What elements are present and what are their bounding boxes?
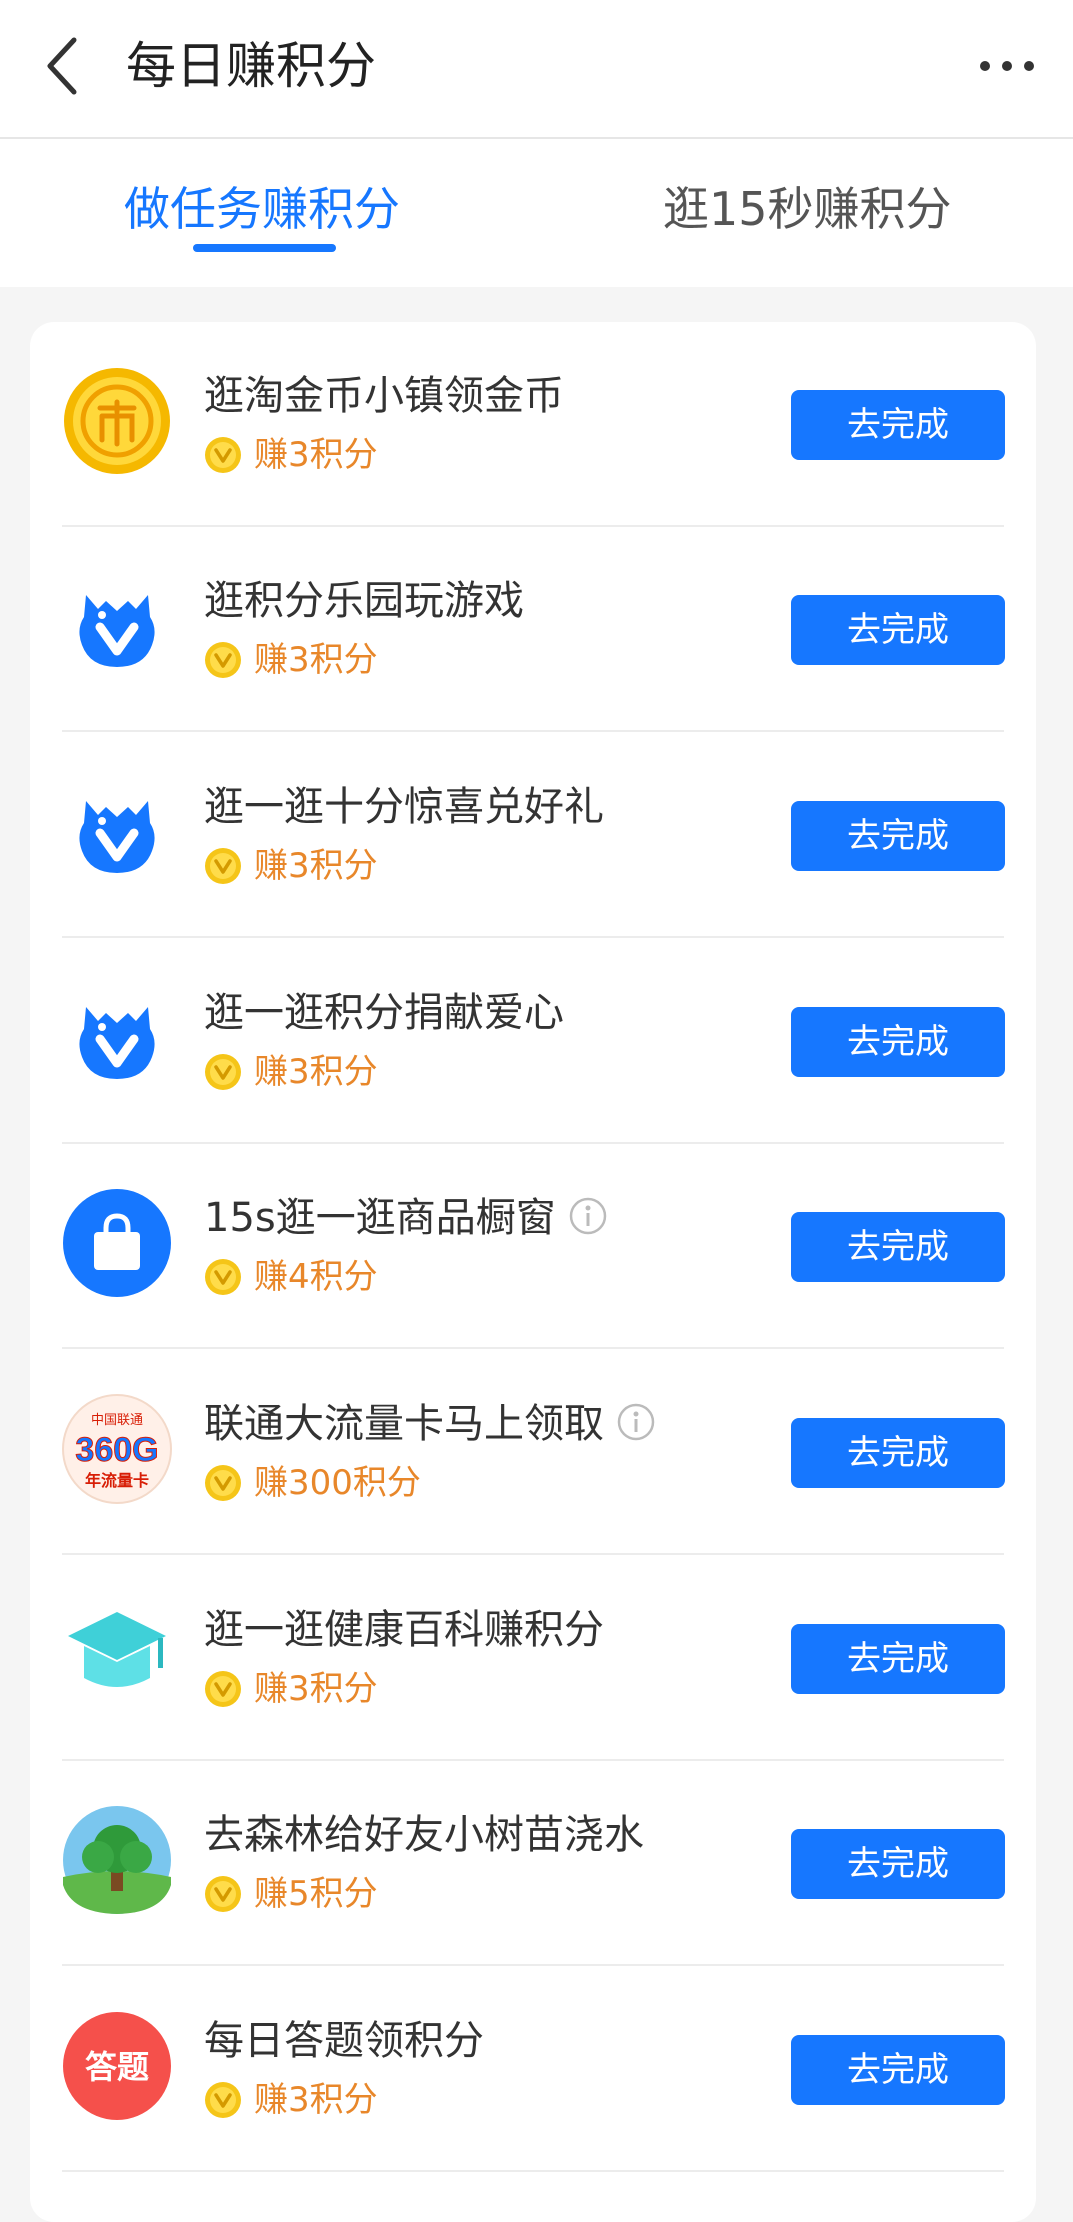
complete-task-button[interactable]: 去完成 [791,801,1005,871]
task-title: 逛一逛十分惊喜兑好礼 [204,779,604,835]
reward-text: 赚4积分 [254,1257,378,1297]
reward: 赚3积分 [204,430,378,480]
tab-browse-15s[interactable]: 逛15秒赚积分 [663,177,952,241]
task-item: 逛一逛健康百科赚积分 赚3积分 去完成 [30,1556,1036,1761]
svg-text:中国联通: 中国联通 [91,1412,143,1427]
complete-task-button[interactable]: 去完成 [791,1007,1005,1077]
divider [62,1553,1004,1555]
complete-task-button[interactable]: 去完成 [791,1212,1005,1282]
complete-task-button[interactable]: 去完成 [791,1418,1005,1488]
points-coin-icon [204,641,242,679]
reward-text: 赚3积分 [254,640,378,680]
reward: 赚3积分 [204,2075,378,2125]
reward-text: 赚3积分 [254,2080,378,2120]
task-title-text: 去森林给好友小树苗浇水 [204,1812,644,1858]
complete-task-button[interactable]: 去完成 [791,2035,1005,2105]
page-title: 每日赚积分 [126,37,376,95]
more-options-icon[interactable] [977,50,1037,82]
task-item: 去森林给好友小树苗浇水 赚5积分 去完成 [30,1761,1036,1966]
reward: 赚5积分 [204,1869,378,1919]
info-icon[interactable] [616,1401,656,1441]
task-title-text: 逛一逛健康百科赚积分 [204,1607,604,1653]
reward-text: 赚3积分 [254,1052,378,1092]
svg-text:360G: 360G [75,1431,158,1469]
task-title: 逛淘金币小镇领金币 [204,368,564,424]
task-title: 15s逛一逛商品橱窗 [204,1190,608,1246]
divider [62,1964,1004,1966]
complete-task-button[interactable]: 去完成 [791,1829,1005,1899]
reward-text: 赚3积分 [254,1669,378,1709]
divider [62,936,1004,938]
divider [62,1347,1004,1349]
task-title: 逛积分乐园玩游戏 [204,573,524,629]
info-icon[interactable] [568,1195,608,1235]
points-coin-icon [204,1875,242,1913]
task-title-text: 逛一逛积分捐献爱心 [204,990,564,1036]
top-bar: 每日赚积分 [0,0,1073,139]
active-tab-indicator [193,244,336,252]
task-title: 逛一逛积分捐献爱心 [204,985,564,1041]
points-coin-icon [204,1053,242,1091]
task-item: 答题 每日答题领积分 赚3积分 去完成 [30,1967,1036,2172]
blue-v-mascot-icon [62,983,172,1093]
complete-task-button[interactable]: 去完成 [791,390,1005,460]
svg-text:答题: 答题 [85,2048,149,2086]
graduation-cap-icon [62,1600,172,1710]
task-title: 去森林给好友小树苗浇水 [204,1807,644,1863]
task-item: 15s逛一逛商品橱窗 赚4积分 去完成 [30,1144,1036,1349]
unicom-360g-icon: 中国联通 360G 年流量卡 [62,1394,172,1504]
task-title-text: 每日答题领积分 [204,2018,484,2064]
points-coin-icon [204,1670,242,1708]
points-coin-icon [204,1464,242,1502]
task-title: 每日答题领积分 [204,2013,484,2069]
reward-text: 赚3积分 [254,846,378,886]
complete-task-button[interactable]: 去完成 [791,595,1005,665]
tab-do-tasks[interactable]: 做任务赚积分 [124,177,400,241]
divider [62,730,1004,732]
task-title: 逛一逛健康百科赚积分 [204,1602,604,1658]
tab-bar: 做任务赚积分 逛15秒赚积分 [0,139,1073,287]
reward-text: 赚300积分 [254,1463,421,1503]
reward: 赚3积分 [204,841,378,891]
tree-icon [62,1805,172,1915]
divider [62,2170,1004,2172]
reward: 赚3积分 [204,1664,378,1714]
task-title-text: 逛淘金币小镇领金币 [204,373,564,419]
svg-text:年流量卡: 年流量卡 [85,1471,149,1490]
task-item: 逛淘金币小镇领金币 赚3积分 去完成 [30,322,1036,527]
reward-text: 赚3积分 [254,435,378,475]
task-item: 逛一逛积分捐献爱心 赚3积分 去完成 [30,939,1036,1144]
task-title-text: 15s逛一逛商品橱窗 [204,1195,556,1241]
points-coin-icon [204,1258,242,1296]
points-coin-icon [204,436,242,474]
task-item: 逛积分乐园玩游戏 赚3积分 去完成 [30,527,1036,732]
complete-task-button[interactable]: 去完成 [791,1624,1005,1694]
task-item: 逛一逛十分惊喜兑好礼 赚3积分 去完成 [30,733,1036,938]
points-coin-icon [204,847,242,885]
reward-text: 赚5积分 [254,1874,378,1914]
reward: 赚3积分 [204,635,378,685]
reward: 赚300积分 [204,1458,421,1508]
blue-v-mascot-icon [62,571,172,681]
gold-coin-icon [62,366,172,476]
task-title-text: 逛一逛十分惊喜兑好礼 [204,784,604,830]
quiz-icon: 答题 [62,2011,172,2121]
blue-v-mascot-icon [62,777,172,887]
reward: 赚4积分 [204,1252,378,1302]
back-arrow-icon[interactable] [38,34,88,98]
points-coin-icon [204,2081,242,2119]
task-list: 逛淘金币小镇领金币 赚3积分 去完成 逛积分乐园玩游戏 赚3积分 去完成 逛一逛十分… [30,322,1036,2222]
task-item: 中国联通 360G 年流量卡 联通大流量卡马上领取 赚300积分 去完成 [30,1350,1036,1555]
shopping-bag-icon [62,1188,172,1298]
task-title-text: 联通大流量卡马上领取 [204,1401,604,1447]
task-title: 联通大流量卡马上领取 [204,1396,656,1452]
reward: 赚3积分 [204,1047,378,1097]
task-title-text: 逛积分乐园玩游戏 [204,578,524,624]
